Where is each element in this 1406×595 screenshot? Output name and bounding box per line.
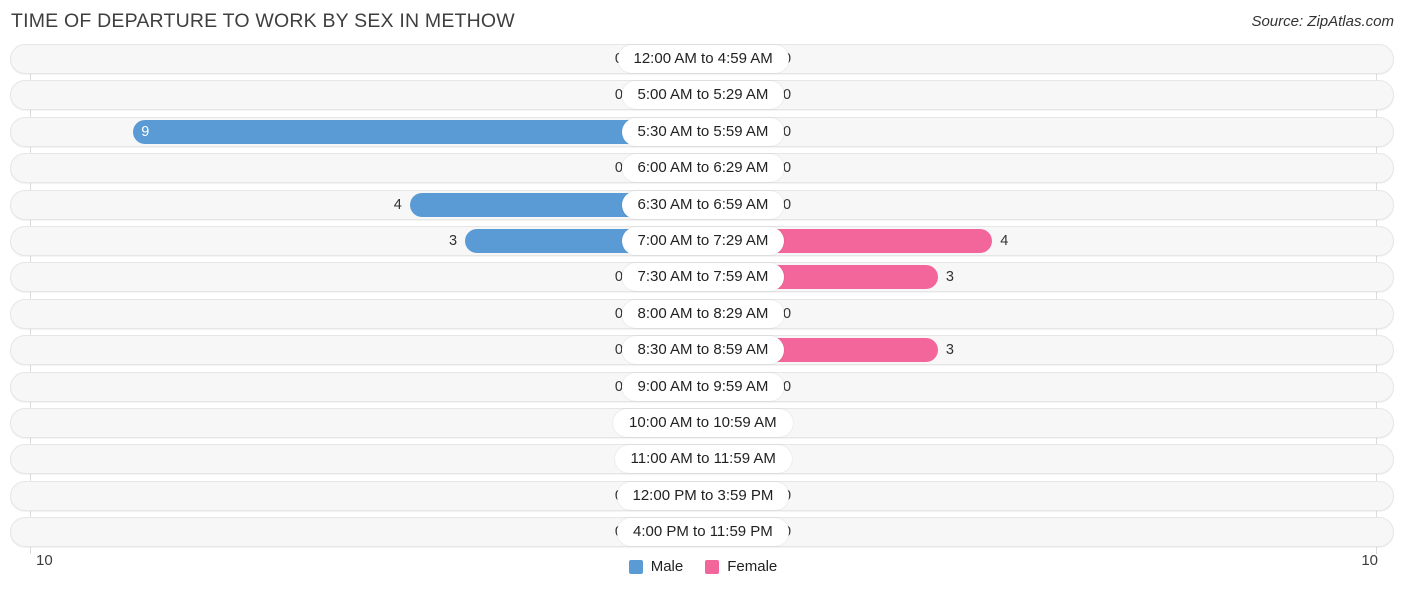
- legend-item-male[interactable]: Male: [628, 558, 684, 575]
- value-label-male: 0: [614, 342, 623, 359]
- legend-item-female[interactable]: Female: [705, 558, 777, 575]
- value-label-female: 0: [783, 87, 792, 104]
- value-label-female: 0: [783, 44, 823, 74]
- bar-row: 0 0 9:00 AM to 9:59 AM: [0, 371, 1406, 402]
- value-label-male: 0: [614, 87, 623, 104]
- bar-row: 3 4 7:00 AM to 7:29 AM: [0, 225, 1406, 256]
- value-label-female: 0: [783, 517, 823, 547]
- value-label-female: 0: [783, 196, 792, 213]
- page-title: TIME OF DEPARTURE TO WORK BY SEX IN METH…: [11, 10, 515, 32]
- value-label-male: 4: [393, 196, 402, 213]
- bar-row: 004:00 PM to 11:59 PM: [0, 517, 1406, 548]
- value-label-male: 9: [141, 123, 150, 140]
- value-label-male: 0: [614, 378, 623, 395]
- category-label: 5:30 AM to 5:59 AM: [621, 117, 785, 146]
- value-label-female: 0: [783, 160, 792, 177]
- bar-male[interactable]: [133, 119, 703, 144]
- category-label: 8:30 AM to 8:59 AM: [621, 336, 785, 365]
- bar-row: 0011:00 AM to 11:59 AM: [0, 444, 1406, 475]
- category-label: 8:00 AM to 8:29 AM: [621, 299, 785, 328]
- female-color-swatch: [705, 559, 720, 574]
- value-label-female: 0: [783, 378, 792, 395]
- category-label: 12:00 AM to 4:59 AM: [617, 45, 789, 73]
- category-label: 7:30 AM to 7:59 AM: [621, 263, 785, 292]
- source-attribution: Source: ZipAtlas.com: [1251, 13, 1394, 30]
- bar-row: 0012:00 AM to 4:59 AM: [0, 44, 1406, 74]
- legend-label: Male: [650, 558, 684, 575]
- category-label: 11:00 AM to 11:59 AM: [614, 445, 792, 474]
- value-label-male: 3: [449, 232, 458, 249]
- value-label-male: 0: [614, 269, 623, 286]
- chart-plot-area: 0012:00 AM to 4:59 AM005:00 AM to 5:29 A…: [0, 44, 1406, 554]
- category-label: 6:00 AM to 6:29 AM: [621, 154, 785, 183]
- value-label-female: 0: [783, 123, 792, 140]
- category-label: 4:00 PM to 11:59 PM: [617, 518, 789, 547]
- value-label-female: 3: [945, 342, 954, 359]
- value-label-male: 0: [614, 160, 623, 177]
- bar-row-list: 0012:00 AM to 4:59 AM005:00 AM to 5:29 A…: [0, 44, 1406, 553]
- category-label: 6:30 AM to 6:59 AM: [621, 190, 785, 219]
- legend-label: Female: [727, 558, 778, 575]
- category-label: 5:00 AM to 5:29 AM: [621, 81, 785, 110]
- male-color-swatch: [628, 559, 643, 574]
- category-label: 10:00 AM to 10:59 AM: [613, 408, 793, 437]
- bar-row: 4 0 6:30 AM to 6:59 AM: [0, 189, 1406, 220]
- category-label: 9:00 AM to 9:59 AM: [621, 372, 785, 401]
- bar-row: 0 3 8:30 AM to 8:59 AM: [0, 335, 1406, 366]
- value-label-male: 0: [614, 305, 623, 322]
- value-label-female: 3: [945, 269, 954, 286]
- bar-row: 0 0 5:00 AM to 5:29 AM: [0, 80, 1406, 111]
- bar-row: 0 3 7:30 AM to 7:59 AM: [0, 262, 1406, 293]
- value-label-female: 0: [783, 305, 792, 322]
- chart-legend: Male Female: [0, 558, 1406, 575]
- chart-header: TIME OF DEPARTURE TO WORK BY SEX IN METH…: [0, 0, 1406, 44]
- bar-row: 9 0 5:30 AM to 5:59 AM: [0, 116, 1406, 147]
- category-label: 7:00 AM to 7:29 AM: [621, 226, 785, 255]
- value-label-female: 4: [1000, 232, 1009, 249]
- bar-row: 0010:00 AM to 10:59 AM: [0, 407, 1406, 438]
- bar-row: 0 0 8:00 AM to 8:29 AM: [0, 298, 1406, 329]
- category-label: 12:00 PM to 3:59 PM: [616, 481, 790, 510]
- bar-row: 0012:00 PM to 3:59 PM: [0, 480, 1406, 511]
- bar-row: 0 0 6:00 AM to 6:29 AM: [0, 153, 1406, 184]
